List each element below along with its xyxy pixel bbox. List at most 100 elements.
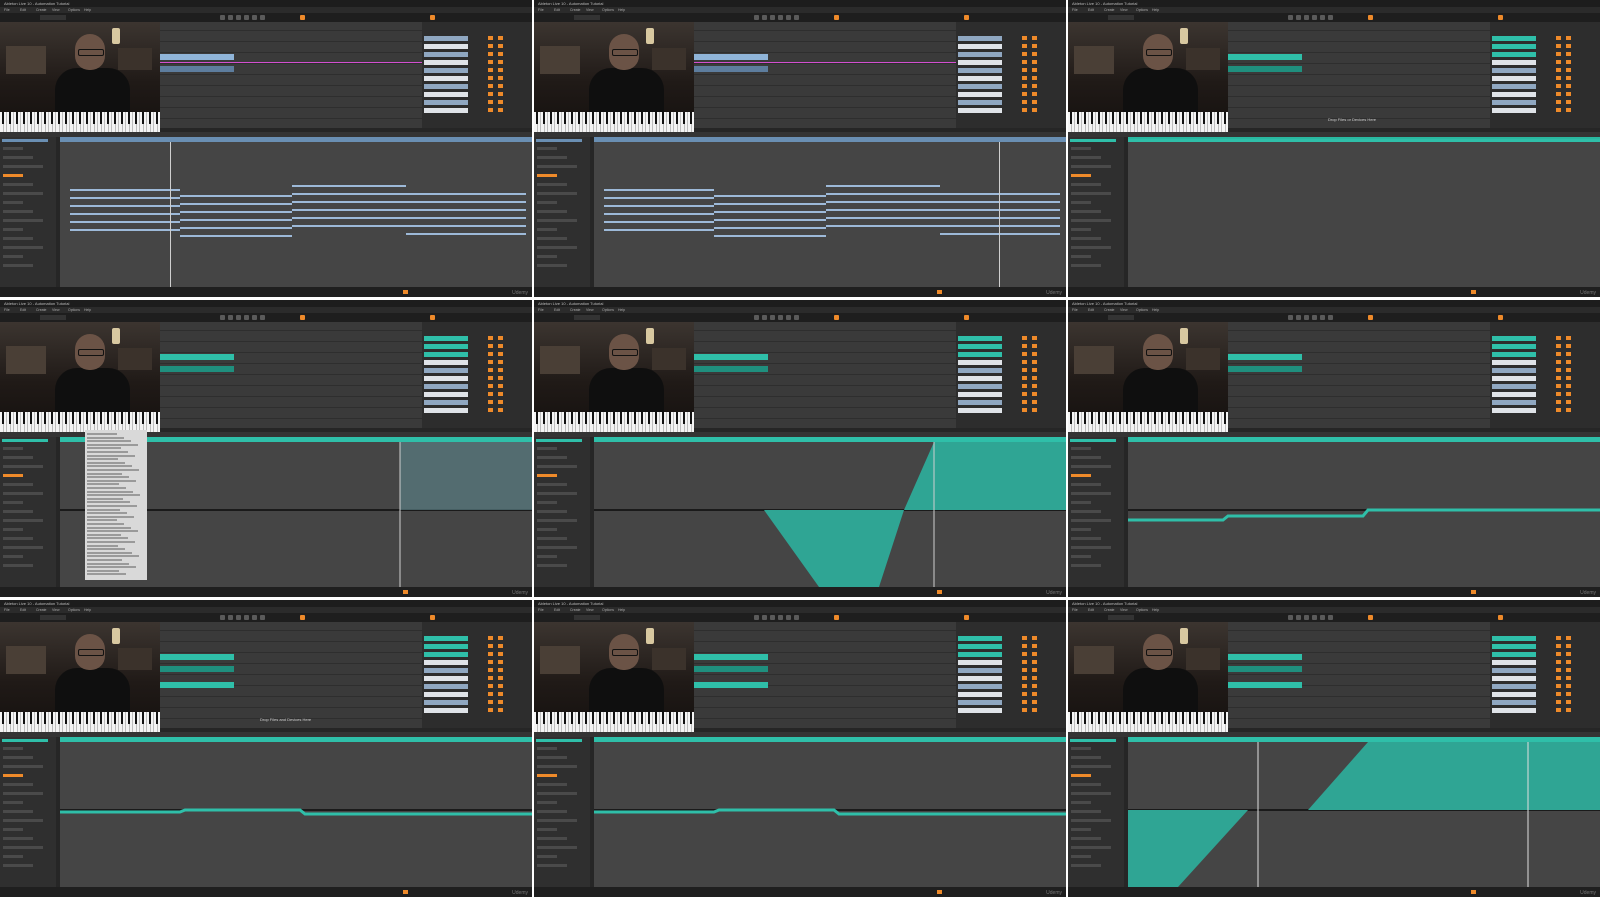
track-activator[interactable] xyxy=(1556,376,1561,380)
track-activator[interactable] xyxy=(1556,644,1561,648)
track-arm[interactable] xyxy=(1032,652,1037,656)
track-arm[interactable] xyxy=(1566,636,1571,640)
track-arm[interactable] xyxy=(1032,92,1037,96)
midi-note[interactable] xyxy=(604,213,714,215)
track-header[interactable] xyxy=(1492,668,1536,673)
track-activator[interactable] xyxy=(1556,360,1561,364)
track-activator[interactable] xyxy=(1022,344,1027,348)
track-arm[interactable] xyxy=(1566,84,1571,88)
clip-parameter[interactable] xyxy=(537,465,577,468)
menu-option[interactable] xyxy=(87,530,138,533)
transport-button[interactable] xyxy=(220,15,225,20)
arrangement-clip[interactable] xyxy=(160,666,234,672)
track-activator[interactable] xyxy=(1556,344,1561,348)
key-map-button[interactable] xyxy=(430,315,435,320)
menu-option[interactable] xyxy=(87,479,136,482)
transport-button[interactable] xyxy=(754,315,759,320)
arrangement-clip[interactable] xyxy=(1228,682,1302,688)
clip-parameter[interactable] xyxy=(1071,228,1091,231)
track-arm[interactable] xyxy=(498,644,503,648)
track-activator[interactable] xyxy=(488,684,493,688)
track-activator[interactable] xyxy=(1556,52,1561,56)
editor-ruler[interactable] xyxy=(594,137,1066,142)
track-activator[interactable] xyxy=(1556,652,1561,656)
clip-parameter[interactable] xyxy=(537,546,577,549)
track-header[interactable] xyxy=(958,68,1002,73)
midi-note[interactable] xyxy=(406,193,526,195)
clip-parameter[interactable] xyxy=(537,447,557,450)
track-header[interactable] xyxy=(424,44,468,49)
track-arm[interactable] xyxy=(1032,400,1037,404)
track-header[interactable] xyxy=(424,392,468,397)
track-header[interactable] xyxy=(424,108,468,113)
track-header[interactable] xyxy=(424,76,468,81)
menu-option[interactable] xyxy=(87,433,117,435)
track-arm[interactable] xyxy=(498,652,503,656)
menu-option[interactable] xyxy=(87,526,131,529)
clip-parameter[interactable] xyxy=(537,537,567,540)
transport-button[interactable] xyxy=(1296,615,1301,620)
track-arm[interactable] xyxy=(1032,344,1037,348)
track-arm[interactable] xyxy=(1566,52,1571,56)
track-header[interactable] xyxy=(424,644,468,649)
clip-parameter[interactable] xyxy=(537,810,567,813)
track-arm[interactable] xyxy=(498,76,503,80)
menu-option[interactable] xyxy=(87,461,125,464)
clip-parameter[interactable] xyxy=(3,792,43,795)
track-arm[interactable] xyxy=(1566,100,1571,104)
track-activator[interactable] xyxy=(488,36,493,40)
transport-button[interactable] xyxy=(1328,15,1333,20)
automation-envelope[interactable] xyxy=(60,742,532,887)
track-header[interactable] xyxy=(958,644,1002,649)
tempo-field[interactable] xyxy=(574,15,600,20)
track-activator[interactable] xyxy=(1022,352,1027,356)
track-activator[interactable] xyxy=(1556,84,1561,88)
clip-parameter[interactable] xyxy=(3,492,43,495)
menu-option[interactable] xyxy=(87,523,124,525)
track-activator[interactable] xyxy=(1556,100,1561,104)
track-header[interactable] xyxy=(1492,652,1536,657)
track-activator[interactable] xyxy=(1022,368,1027,372)
track-header[interactable] xyxy=(424,92,468,97)
track-activator[interactable] xyxy=(1022,692,1027,696)
track-header[interactable] xyxy=(424,408,468,413)
clip-name[interactable] xyxy=(536,739,582,742)
track-activator[interactable] xyxy=(488,100,493,104)
clip-parameter[interactable] xyxy=(3,828,23,831)
track-arm[interactable] xyxy=(1566,36,1571,40)
track-header[interactable] xyxy=(958,668,1002,673)
track-arm[interactable] xyxy=(498,400,503,404)
track-header[interactable] xyxy=(1492,84,1536,89)
track-activator[interactable] xyxy=(1022,408,1027,412)
midi-note[interactable] xyxy=(604,189,714,191)
clip-parameter[interactable] xyxy=(537,456,567,459)
clip-parameter[interactable] xyxy=(537,156,567,159)
clip-parameter[interactable] xyxy=(1071,846,1111,849)
track-header[interactable] xyxy=(958,652,1002,657)
menu-option[interactable] xyxy=(87,443,138,446)
track-arm[interactable] xyxy=(1032,68,1037,72)
midi-note[interactable] xyxy=(406,225,526,227)
track-activator[interactable] xyxy=(488,336,493,340)
midi-note[interactable] xyxy=(826,217,940,219)
clip-parameter[interactable] xyxy=(537,183,567,186)
clip-parameter[interactable] xyxy=(3,501,23,504)
clip-parameter[interactable] xyxy=(537,501,557,504)
clip-parameter[interactable] xyxy=(537,165,577,168)
transport-button[interactable] xyxy=(762,15,767,20)
track-header[interactable] xyxy=(424,700,468,705)
menu-option[interactable] xyxy=(87,537,128,540)
clip-name[interactable] xyxy=(2,439,48,442)
clip-parameter[interactable] xyxy=(3,837,33,840)
transport-button[interactable] xyxy=(770,615,775,620)
track-header[interactable] xyxy=(1492,400,1536,405)
clip-parameter[interactable] xyxy=(3,756,33,759)
midi-note[interactable] xyxy=(940,217,1060,219)
track-activator[interactable] xyxy=(488,392,493,396)
transport-button[interactable] xyxy=(794,615,799,620)
track-activator[interactable] xyxy=(1556,352,1561,356)
track-arm[interactable] xyxy=(1032,676,1037,680)
menu-option[interactable] xyxy=(87,440,131,443)
track-arm[interactable] xyxy=(1566,376,1571,380)
clip-parameter[interactable] xyxy=(1071,147,1091,150)
